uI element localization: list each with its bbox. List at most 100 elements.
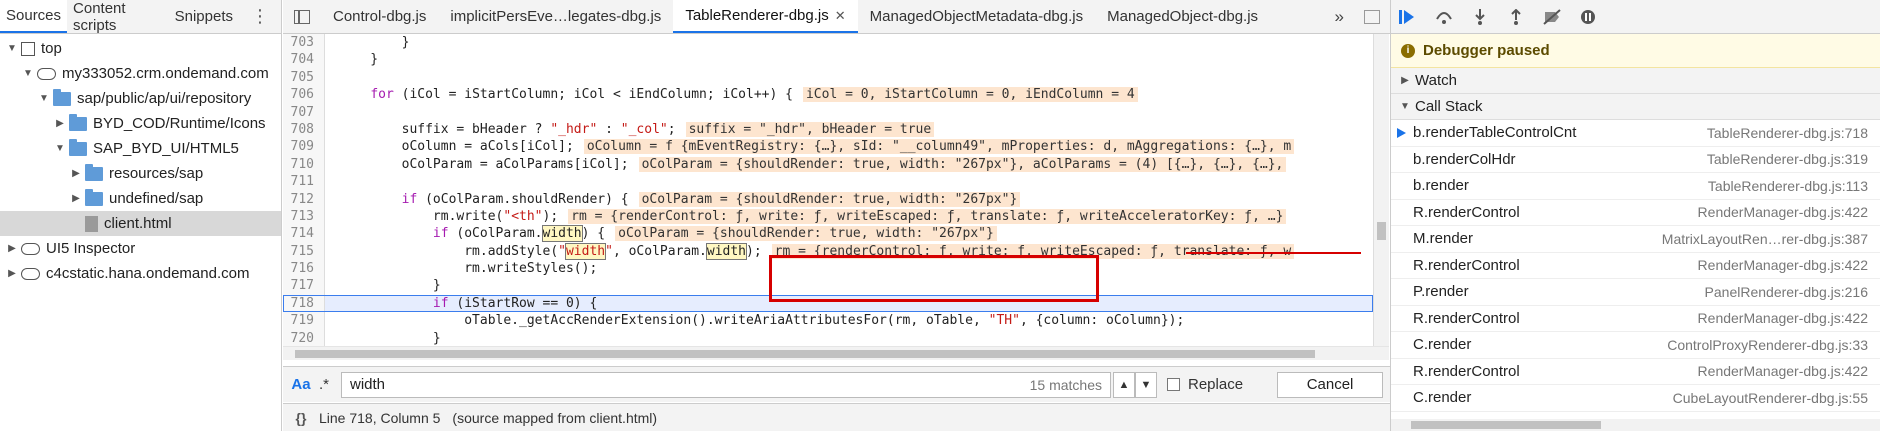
code-line[interactable]: 713 rm.write("<th"); rm = {renderControl:… [283,207,1373,226]
line-number[interactable]: 717 [283,277,325,295]
code-line[interactable]: 709 oColumn = aCols[iCol]; oColumn = f {m… [283,138,1373,156]
tree-item[interactable]: ▶ BYD_COD/Runtime/Icons [0,111,281,136]
frame-location[interactable]: TableRenderer-dbg.js:113 [1708,178,1868,194]
call-frame[interactable]: C.render CubeLayoutRenderer-dbg.js:55 [1391,385,1880,412]
code-line[interactable]: 706 for (iCol = iStartColumn; iCol < iEn… [283,86,1373,104]
tree-item[interactable]: ▶ resources/sap [0,161,281,186]
tab-tablerenderer-dbg[interactable]: TableRenderer-dbg.js ✕ [673,0,858,33]
tab-control-dbg[interactable]: Control-dbg.js [321,0,438,33]
tab-managedobject-dbg[interactable]: ManagedObject-dbg.js [1095,0,1270,33]
close-tab-icon[interactable]: ✕ [835,8,846,24]
pause-on-exceptions-button[interactable] [1579,8,1597,26]
code-line[interactable]: 710 oColParam = aColParams[iCol]; oColPar… [283,155,1373,174]
call-frame[interactable]: P.render PanelRenderer-dbg.js:216 [1391,279,1880,306]
line-number[interactable]: 713 [283,207,325,226]
frame-location[interactable]: RenderManager-dbg.js:422 [1698,310,1868,326]
scrollbar-thumb[interactable] [295,350,1315,358]
code-line[interactable]: 719 oTable._getAccRenderExtension().writ… [283,312,1373,330]
tab-snippets[interactable]: Snippets [169,0,239,33]
tab-managedobjectmetadata-dbg[interactable]: ManagedObjectMetadata-dbg.js [858,0,1095,33]
triangle-right-icon[interactable]: ▶ [6,268,18,279]
tree-item[interactable]: ▼ top [0,36,281,61]
triangle-right-icon[interactable]: ▶ [70,168,82,179]
resume-button[interactable] [1399,8,1417,26]
watch-section-header[interactable]: ▶ Watch [1391,68,1880,94]
frame-location[interactable]: RenderManager-dbg.js:422 [1698,363,1868,379]
line-number[interactable]: 708 [283,120,325,139]
code-line[interactable]: 707 [283,103,1373,121]
toggle-navigator-button[interactable] [283,0,321,33]
line-number[interactable]: 707 [283,103,325,121]
line-number[interactable]: 715 [283,242,325,261]
scrollbar-thumb[interactable] [1377,222,1386,240]
line-number[interactable]: 712 [283,190,325,208]
line-number[interactable]: 710 [283,155,325,174]
code-line[interactable]: 720 } [283,329,1373,346]
code-line[interactable]: 714 if (oColParam.width) {oColParam = {s… [283,225,1373,243]
line-number[interactable]: 720 [283,329,325,346]
code-line[interactable]: 704 } [283,51,1373,69]
horizontal-scrollbar[interactable] [1391,419,1880,431]
call-frame[interactable]: R.renderControl RenderManager-dbg.js:422 [1391,359,1880,385]
line-number[interactable]: 703 [283,34,325,52]
code-line[interactable]: 703 } [283,34,1373,52]
call-frame[interactable]: R.renderControl RenderManager-dbg.js:422 [1391,253,1880,279]
horizontal-scrollbar[interactable] [283,346,1389,360]
frame-location[interactable]: RenderManager-dbg.js:422 [1698,257,1868,273]
line-number[interactable]: 716 [283,260,325,278]
frame-location[interactable]: TableRenderer-dbg.js:718 [1707,125,1868,141]
tree-item[interactable]: ▼ sap/public/ap/ui/repository [0,86,281,111]
call-frame[interactable]: b.renderColHdr TableRenderer-dbg.js:319 [1391,147,1880,173]
tree-item[interactable]: ▼ my333052.crm.ondemand.com [0,61,281,86]
cancel-button[interactable]: Cancel [1277,371,1384,398]
triangle-down-icon[interactable]: ▼ [54,143,66,154]
triangle-right-icon[interactable]: ▶ [54,118,66,129]
code-line[interactable]: 712 if (oColParam.shouldRender) {oColPar… [283,190,1373,208]
pretty-print-icon[interactable]: {} [283,410,319,426]
tree-item[interactable]: ▶ c4cstatic.hana.ondemand.com [0,261,281,286]
tab-implicitpersevents[interactable]: implicitPersEve…legates-dbg.js [438,0,673,33]
line-number[interactable]: 718 [283,294,325,313]
triangle-right-icon[interactable]: ▶ [6,243,18,254]
triangle-right-icon[interactable]: ▶ [70,193,82,204]
tree-item[interactable]: client.html [0,211,281,236]
next-match-button[interactable]: ▼ [1135,371,1157,398]
triangle-down-icon[interactable]: ▼ [22,68,34,79]
line-number[interactable]: 706 [283,86,325,104]
tree-item[interactable]: ▶ undefined/sap [0,186,281,211]
match-case-button[interactable]: Aa [283,376,319,393]
replace-checkbox[interactable] [1167,378,1180,391]
more-tabs-icon[interactable]: » [1335,0,1344,34]
replace-toggle[interactable]: Replace [1167,376,1243,393]
code-line[interactable]: 708 suffix = bHeader ? "_hdr" : "_col"; s… [283,120,1373,139]
triangle-down-icon[interactable]: ▼ [38,93,50,104]
previous-match-button[interactable]: ▲ [1113,371,1135,398]
tab-content-scripts[interactable]: Content scripts [67,0,169,34]
scrollbar-thumb[interactable] [1411,421,1601,429]
code-line[interactable]: 705 [283,68,1373,87]
call-frame[interactable]: M.render MatrixLayoutRen…rer-dbg.js:387 [1391,226,1880,253]
line-number[interactable]: 711 [283,173,325,191]
call-frame[interactable]: C.render ControlProxyRenderer-dbg.js:33 [1391,332,1880,359]
code-line[interactable]: 711 [283,173,1373,191]
toggle-debugger-icon[interactable] [1364,10,1380,24]
call-frame[interactable]: R.renderControl RenderManager-dbg.js:422 [1391,200,1880,226]
tree-item[interactable]: ▼ SAP_BYD_UI/HTML5 [0,136,281,161]
frame-location[interactable]: ControlProxyRenderer-dbg.js:33 [1667,337,1868,353]
frame-location[interactable]: TableRenderer-dbg.js:319 [1707,151,1868,167]
line-number[interactable]: 705 [283,68,325,87]
more-options-icon[interactable]: ⋮ [239,0,281,33]
regex-button[interactable]: .* [319,376,341,393]
call-stack-section-header[interactable]: ▼ Call Stack [1391,94,1880,120]
deactivate-breakpoints-button[interactable] [1543,8,1561,26]
search-input[interactable]: width 15 matches [341,371,1111,398]
call-frame[interactable]: b.render TableRenderer-dbg.js:113 [1391,173,1880,200]
frame-location[interactable]: RenderManager-dbg.js:422 [1698,204,1868,220]
line-number[interactable]: 714 [283,225,325,243]
frame-location[interactable]: MatrixLayoutRen…rer-dbg.js:387 [1662,231,1868,247]
line-number[interactable]: 704 [283,51,325,69]
frame-location[interactable]: PanelRenderer-dbg.js:216 [1705,284,1868,300]
frame-location[interactable]: CubeLayoutRenderer-dbg.js:55 [1673,390,1868,406]
call-frame[interactable]: R.renderControl RenderManager-dbg.js:422 [1391,306,1880,332]
call-frame[interactable]: b.renderTableControlCnt TableRenderer-dbg… [1391,120,1880,147]
